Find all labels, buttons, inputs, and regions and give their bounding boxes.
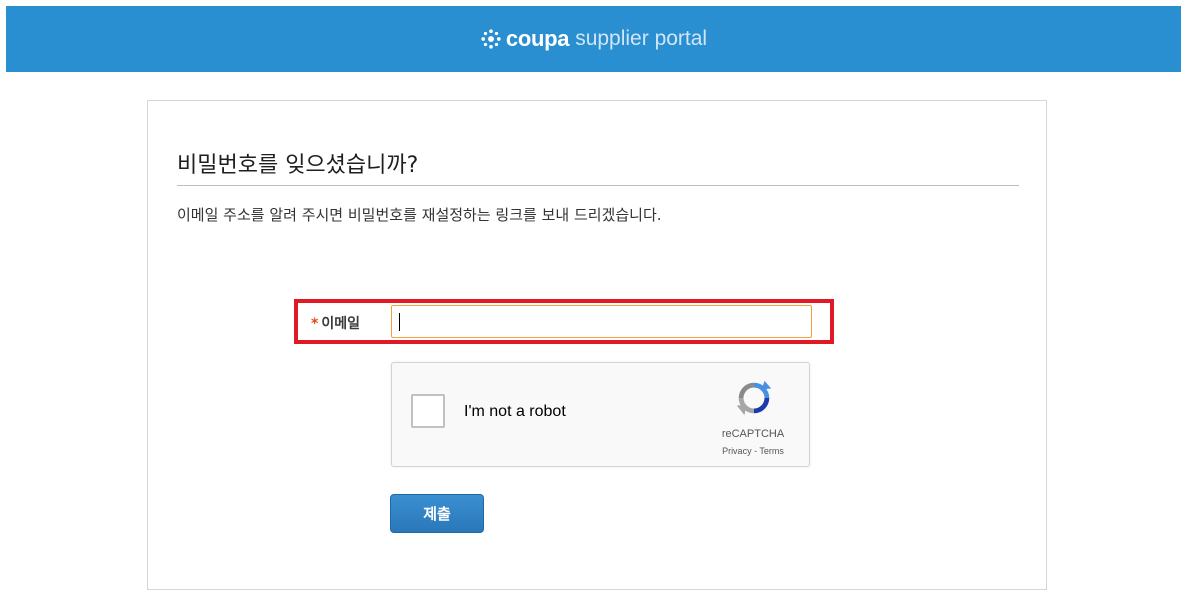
brand-name: coupa [505,26,570,51]
recaptcha-checkbox[interactable] [411,394,445,428]
recaptcha-widget: I'm not a robot reCAPTCHA Privacy - Term… [391,362,810,467]
required-marker: * [311,316,319,332]
recaptcha-terms-link[interactable]: Terms [759,446,784,456]
text-cursor [399,313,400,331]
coupa-brand: coupa supplier portal [480,26,707,52]
recaptcha-label: I'm not a robot [464,403,566,420]
brand-subtitle: supplier portal [575,27,708,50]
recaptcha-links: Privacy - Terms [693,446,813,456]
title-divider [177,185,1019,186]
recaptcha-privacy-link[interactable]: Privacy [722,446,752,456]
email-label: * 이메일 [311,313,360,333]
page-title: 비밀번호를 잊으셨습니까? [177,153,419,178]
recaptcha-logo-icon [736,380,772,416]
email-label-text: 이메일 [321,316,360,332]
submit-button[interactable]: 제출 [390,494,484,533]
coupa-logo-icon [481,29,501,49]
recaptcha-brand: reCAPTCHA [721,428,785,440]
top-banner: coupa supplier portal [6,6,1181,72]
instructions-text: 이메일 주소를 알려 주시면 비밀번호를 재설정하는 링크를 보내 드리겠습니다… [177,206,662,224]
forgot-password-card: 비밀번호를 잊으셨습니까? 이메일 주소를 알려 주시면 비밀번호를 재설정하는… [147,100,1047,590]
email-field[interactable] [391,305,812,338]
